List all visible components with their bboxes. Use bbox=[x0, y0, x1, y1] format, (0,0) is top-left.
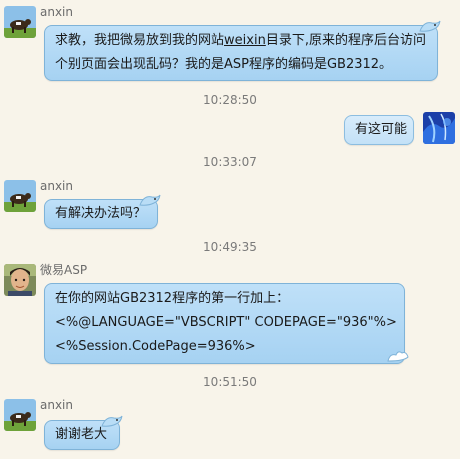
bird-icon bbox=[138, 192, 162, 206]
bird-icon bbox=[386, 348, 410, 362]
sender-name: anxin bbox=[40, 179, 73, 193]
timestamp: 10:33:07 bbox=[203, 155, 257, 169]
message-line: <%@LANGUAGE="VBSCRIPT" CODEPAGE="936"%> bbox=[55, 315, 397, 330]
message-line: 在你的网站GB2312程序的第一行加上： bbox=[55, 291, 290, 306]
anxin-avatar[interactable] bbox=[4, 399, 36, 431]
cow-avatar-icon bbox=[4, 180, 36, 212]
cow-avatar-icon bbox=[4, 399, 36, 431]
message-bubble[interactable]: 在你的网站GB2312程序的第一行加上： <%@LANGUAGE="VBSCRI… bbox=[44, 283, 405, 364]
timestamp: 10:51:50 bbox=[203, 375, 257, 389]
anxin-avatar[interactable] bbox=[4, 6, 36, 38]
bird-icon bbox=[100, 413, 124, 427]
message-line: <%Session.CodePage=936%> bbox=[55, 339, 256, 354]
my-avatar[interactable] bbox=[423, 112, 455, 144]
message-line: 个别页面会出现乱码？我的是ASP程序的编码是GB2312。 bbox=[55, 57, 393, 72]
chat-window: anxin 求教，我把微易放到我的网站weixin目录下,原来的程序后台访问 个… bbox=[0, 0, 460, 459]
sender-name: anxin bbox=[40, 398, 73, 412]
sender-name: 微易ASP bbox=[40, 263, 88, 277]
timestamp: 10:28:50 bbox=[203, 93, 257, 107]
timestamp: 10:49:35 bbox=[203, 240, 257, 254]
link-weixin[interactable]: weixin bbox=[224, 33, 266, 48]
message-line: 有解决办法吗？ bbox=[55, 206, 147, 221]
message-bubble[interactable]: 求教，我把微易放到我的网站weixin目录下,原来的程序后台访问 个别页面会出现… bbox=[44, 25, 438, 81]
anxin-avatar[interactable] bbox=[4, 180, 36, 212]
sender-name: anxin bbox=[40, 5, 73, 19]
cow-avatar-icon bbox=[4, 6, 36, 38]
person-photo-avatar-icon bbox=[4, 264, 36, 296]
abstract-blue-avatar-icon bbox=[423, 112, 455, 144]
weiyi-avatar[interactable] bbox=[4, 264, 36, 296]
bird-icon bbox=[418, 18, 442, 32]
message-bubble[interactable]: 有这可能 bbox=[344, 115, 414, 145]
message-line: 有这可能 bbox=[355, 122, 408, 137]
message-line: 求教，我把微易放到我的网站weixin目录下,原来的程序后台访问 bbox=[55, 33, 426, 48]
